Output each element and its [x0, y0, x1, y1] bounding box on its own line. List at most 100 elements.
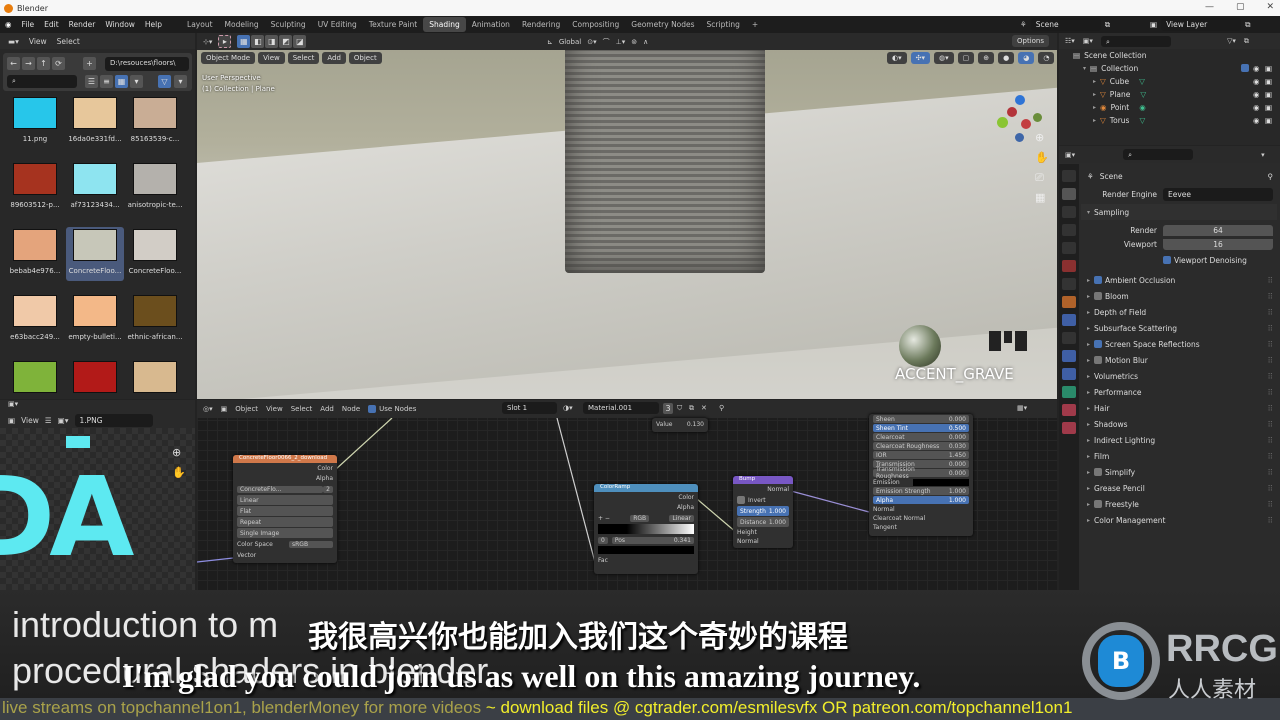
file-item[interactable]: bebab4e976...: [6, 227, 64, 281]
mode-dropdown[interactable]: Object Mode: [201, 52, 256, 64]
drag-handle-icon[interactable]: ⠿: [1268, 404, 1274, 413]
forward-arrow-icon[interactable]: →: [22, 57, 35, 70]
panel-enable-checkbox[interactable]: [1094, 468, 1103, 476]
bsdf-input-row[interactable]: Tangent: [873, 523, 969, 531]
modifier-tab-icon[interactable]: [1062, 314, 1076, 326]
panel-header[interactable]: ▸ Performance ⠿: [1081, 384, 1277, 400]
ramp-alpha-output[interactable]: Alpha: [598, 503, 694, 512]
tab-rendering[interactable]: Rendering: [516, 17, 566, 32]
ramp-interp-dropdown[interactable]: Linear: [669, 514, 694, 522]
path-field[interactable]: D:\resouces\floors\: [105, 57, 189, 71]
bump-title[interactable]: Bump: [733, 476, 793, 484]
bsdf-input-row[interactable]: Clearcoat Roughness 0.030: [873, 442, 969, 450]
select-new-icon[interactable]: ▦: [237, 35, 251, 48]
emission-color-swatch[interactable]: [912, 478, 969, 486]
material-preview-icon[interactable]: ◕: [1018, 52, 1035, 64]
tab-layout[interactable]: Layout: [181, 17, 219, 32]
camera-icon[interactable]: ▣: [1265, 77, 1272, 86]
view-layer-field[interactable]: View Layer: [1161, 18, 1242, 31]
pin-icon[interactable]: ⚲: [1268, 172, 1274, 181]
eye-icon[interactable]: ◉: [1253, 116, 1260, 125]
dropdown-icon[interactable]: ▾: [1261, 151, 1265, 159]
camera-icon[interactable]: ▣: [1265, 103, 1272, 112]
drag-handle-icon[interactable]: ⠿: [1268, 468, 1274, 477]
file-item[interactable]: af73123434...: [66, 161, 124, 215]
filter-view-icon[interactable]: ▣▾: [1083, 37, 1093, 45]
output-color-socket[interactable]: Color: [237, 464, 333, 473]
unlink-material-icon[interactable]: ✕: [701, 404, 707, 412]
image-texture-node[interactable]: ConcreteFloor0066_2_download Color Alpha…: [233, 455, 337, 563]
bsdf-input-row[interactable]: Clearcoat Normal: [873, 514, 969, 522]
drag-handle-icon[interactable]: ⠿: [1268, 420, 1274, 429]
source-dropdown[interactable]: Single Image: [237, 528, 333, 538]
select-invert-icon[interactable]: ◩: [279, 35, 293, 48]
image-node-title[interactable]: ConcreteFloor0066_2_download: [233, 455, 337, 463]
panel-header[interactable]: ▸ Hair ⠿: [1081, 400, 1277, 416]
pin-icon[interactable]: ⚲: [719, 404, 724, 412]
pos-value-field[interactable]: 0.341: [674, 537, 691, 544]
file-item[interactable]: ethnic-african...: [126, 293, 184, 347]
image-datablock-field[interactable]: ConcreteFlo...: [237, 485, 324, 493]
camera-view-icon[interactable]: ⎚: [1035, 171, 1044, 185]
render-tab-icon[interactable]: [1062, 188, 1076, 200]
file-item[interactable]: 16da0e331fd...: [66, 95, 124, 149]
drag-handle-icon[interactable]: ⠿: [1268, 356, 1274, 365]
panel-header[interactable]: ▸ Freestyle ⠿: [1081, 496, 1277, 512]
tab-shading[interactable]: Shading: [423, 17, 466, 32]
orientation-icon[interactable]: ⊾: [547, 38, 553, 46]
falloff-icon[interactable]: ∧: [643, 38, 648, 46]
vp-menu-view[interactable]: View: [258, 52, 285, 64]
drag-handle-icon[interactable]: ⠿: [1268, 276, 1274, 285]
vp-menu-select[interactable]: Select: [287, 52, 320, 64]
colorramp-title[interactable]: ColorRamp: [594, 484, 698, 492]
image-browse-icon[interactable]: ▣▾: [58, 416, 69, 425]
ne-menu-view[interactable]: View: [266, 405, 283, 413]
panel-header[interactable]: ▸ Ambient Occlusion ⠿: [1081, 272, 1277, 288]
display-dropdown-icon[interactable]: ▾: [130, 75, 143, 88]
refresh-icon[interactable]: ⟳: [52, 57, 65, 70]
drag-handle-icon[interactable]: ⠿: [1268, 324, 1274, 333]
zoom-icon[interactable]: ⊕: [172, 446, 181, 459]
color-space-dropdown[interactable]: sRGB: [289, 540, 333, 548]
bump-normal-output[interactable]: Normal: [737, 485, 789, 494]
scene-tab-icon[interactable]: [1062, 242, 1076, 254]
orientation-dropdown[interactable]: Global: [559, 38, 581, 46]
new-collection-icon[interactable]: ⧉: [1244, 37, 1249, 46]
file-item[interactable]: 11.png: [6, 95, 64, 149]
drag-handle-icon[interactable]: ⠿: [1268, 308, 1274, 317]
tab-uv-editing[interactable]: UV Editing: [312, 17, 363, 32]
tab-scripting[interactable]: Scripting: [701, 17, 746, 32]
ortho-grid-icon[interactable]: ▦: [1035, 191, 1045, 204]
new-view-layer-icon[interactable]: ⧉: [1245, 20, 1250, 30]
outliner-item[interactable]: ▸ ▽ Cube ▽ ◉ ▣: [1059, 75, 1280, 88]
editor-type-icon[interactable]: ▬▾: [8, 37, 19, 46]
file-item[interactable]: 89603512-p...: [6, 161, 64, 215]
panel-enable-checkbox[interactable]: [1094, 276, 1103, 284]
transform-pivot-icon[interactable]: ⊹▾: [203, 38, 212, 46]
panel-header[interactable]: ▸ Depth of Field ⠿: [1081, 304, 1277, 320]
fac-input-socket[interactable]: Fac: [598, 555, 694, 565]
new-scene-icon[interactable]: ⧉: [1105, 20, 1110, 30]
y-axis-icon[interactable]: [997, 117, 1008, 128]
filter-dropdown-icon[interactable]: ▾: [174, 75, 187, 88]
panel-header[interactable]: ▸ Bloom ⠿: [1081, 288, 1277, 304]
options-dropdown[interactable]: Options: [1012, 35, 1050, 47]
world-tab-icon[interactable]: [1062, 260, 1076, 272]
outliner-item[interactable]: ▸ ▽ Torus ▽ ◉ ▣: [1059, 114, 1280, 127]
duplicate-material-icon[interactable]: ⧉: [689, 404, 694, 413]
render-engine-dropdown[interactable]: Eevee: [1163, 187, 1273, 201]
scene-icon[interactable]: ⚘: [1020, 20, 1027, 29]
view-layer-tab-icon[interactable]: [1062, 224, 1076, 236]
fb-menu-select[interactable]: Select: [57, 37, 80, 46]
blender-menu-icon[interactable]: ◉: [0, 20, 17, 29]
vp-menu-add[interactable]: Add: [322, 52, 346, 64]
drag-handle-icon[interactable]: ⠿: [1268, 340, 1274, 349]
drag-handle-icon[interactable]: ⠿: [1268, 500, 1274, 509]
xray-icon[interactable]: ▢: [957, 52, 975, 64]
menu-file[interactable]: File: [17, 20, 40, 29]
visibility-icon[interactable]: ◐▾: [887, 52, 907, 64]
solid-shading-icon[interactable]: ●: [998, 52, 1015, 64]
menu-edit[interactable]: Edit: [39, 20, 64, 29]
panel-header[interactable]: ▸ Motion Blur ⠿: [1081, 352, 1277, 368]
bsdf-input-row[interactable]: Alpha 1.000: [873, 496, 969, 504]
